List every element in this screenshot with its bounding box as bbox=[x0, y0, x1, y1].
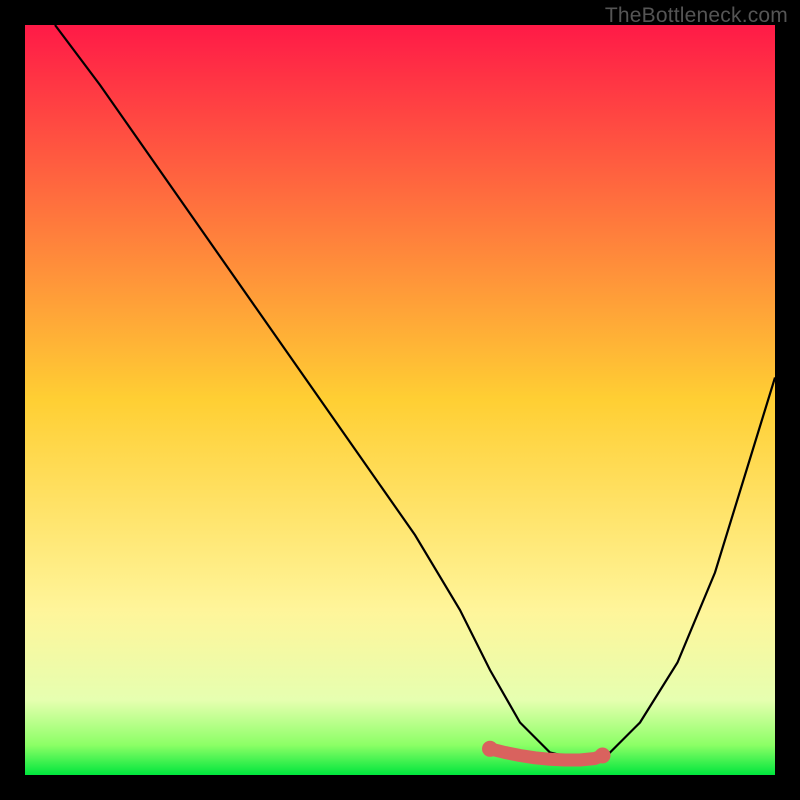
watermark-text: TheBottleneck.com bbox=[605, 4, 788, 28]
bottleneck-chart bbox=[25, 25, 775, 775]
chart-stage: TheBottleneck.com bbox=[0, 0, 800, 800]
optimal-zone-endpoint bbox=[595, 748, 611, 764]
optimal-zone-endpoint bbox=[482, 741, 498, 757]
